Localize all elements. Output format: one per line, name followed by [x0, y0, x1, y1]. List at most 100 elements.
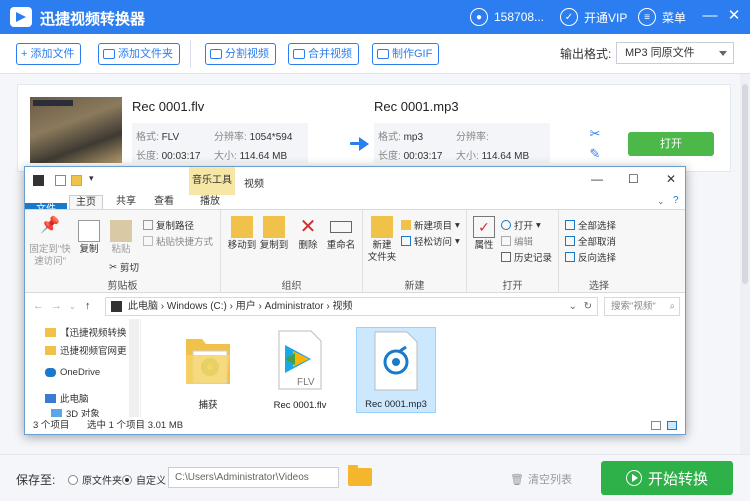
- paste-button[interactable]: 粘贴: [107, 220, 135, 256]
- tab-home[interactable]: 主页: [69, 195, 103, 209]
- open-button[interactable]: 打开: [628, 132, 714, 156]
- copy-to-button[interactable]: 复制到: [259, 216, 289, 252]
- rename-icon: [330, 221, 352, 233]
- file-label: Rec 0001.mp3: [365, 399, 427, 410]
- properties-qa-icon[interactable]: [55, 175, 66, 186]
- help-icon[interactable]: ?: [673, 195, 679, 206]
- paste-shortcut-button[interactable]: 粘贴快捷方式: [143, 234, 213, 248]
- scissors-icon[interactable]: ✂: [588, 127, 602, 141]
- scrollbar-thumb[interactable]: [742, 84, 748, 284]
- move-to-button[interactable]: 移动到: [227, 216, 257, 252]
- nav-label: OneDrive: [60, 367, 101, 378]
- explorer-minimize-button[interactable]: —: [591, 172, 603, 186]
- forward-arrow-icon[interactable]: →: [51, 300, 62, 312]
- properties-button[interactable]: ✓ 属性: [471, 216, 497, 252]
- pin-quick-access-button[interactable]: 📌 固定到"快 速访问": [29, 218, 71, 268]
- save-to-label: 保存至:: [16, 473, 56, 487]
- recent-dropdown-icon[interactable]: ⌄: [69, 302, 76, 311]
- play-circle-icon: [625, 470, 642, 486]
- thumbnail-hud: [33, 100, 73, 106]
- open-button-explorer[interactable]: 打开 ▾: [501, 218, 541, 232]
- new-item-button[interactable]: 新建项目 ▾: [401, 218, 460, 232]
- start-convert-button[interactable]: 开始转换: [601, 461, 733, 495]
- close-button[interactable]: ✕: [724, 6, 744, 26]
- invert-selection-button[interactable]: 反向选择: [565, 250, 616, 264]
- search-input[interactable]: 搜索"视频" ⌕: [604, 297, 680, 316]
- cloud-icon: [45, 368, 56, 377]
- delete-button[interactable]: ✕ 删除: [295, 216, 321, 252]
- computer-icon: [45, 393, 56, 403]
- up-arrow-icon[interactable]: ↑: [85, 300, 91, 312]
- src-resolution: 分辨率: 1054*594: [214, 128, 292, 143]
- nav-item-this-pc[interactable]: 此电脑: [45, 391, 89, 405]
- add-folder-button[interactable]: 添加文件夹: [98, 43, 180, 65]
- computer-icon: [111, 301, 122, 312]
- history-button[interactable]: 历史记录: [501, 250, 552, 264]
- radio-source-folder[interactable]: 原文件夹: [68, 472, 122, 487]
- copy-label: 复制: [79, 244, 99, 255]
- new-folder-qa-icon[interactable]: [71, 175, 82, 186]
- cut-button[interactable]: ✂ 剪切: [109, 260, 139, 275]
- nav-item-folder-1[interactable]: 【迅捷视频转换: [45, 325, 127, 339]
- nav-item-folder-2[interactable]: 迅捷视频官网更: [45, 343, 127, 357]
- address-dropdown-icon[interactable]: ⌄: [569, 298, 577, 315]
- details-view-icon[interactable]: [651, 421, 661, 430]
- copy-path-button[interactable]: 复制路径: [143, 218, 194, 232]
- merge-icon: [293, 49, 305, 59]
- copy-button[interactable]: 复制: [75, 220, 103, 256]
- output-format-select[interactable]: MP3 同原文件: [616, 42, 734, 64]
- edit-button[interactable]: 编辑: [501, 234, 533, 248]
- back-arrow-icon[interactable]: ←: [33, 300, 44, 312]
- audio-file-icon: [374, 331, 418, 391]
- select-none-button[interactable]: 全部取消: [565, 234, 616, 248]
- edit-icon[interactable]: ✎: [588, 147, 602, 161]
- account-button[interactable]: ● 158708...: [470, 8, 544, 26]
- split-video-button[interactable]: 分割视频: [205, 43, 276, 65]
- invert-icon: [565, 252, 575, 262]
- select-all-button[interactable]: 全部选择: [565, 218, 616, 232]
- explorer-close-button[interactable]: ✕: [666, 172, 676, 186]
- make-gif-button[interactable]: 制作GIF: [372, 43, 440, 65]
- history-label: 历史记录: [514, 253, 553, 264]
- music-tools-tab[interactable]: 音乐工具: [189, 167, 235, 195]
- file-list: 捕获 FLV Rec 0001.flv Rec 0001.mp3: [142, 319, 685, 417]
- minimize-button[interactable]: —: [700, 6, 720, 26]
- clear-list-button[interactable]: 🗑 清空列表: [510, 471, 572, 487]
- file-item-capture[interactable]: 捕获: [170, 327, 246, 413]
- radio-custom[interactable]: 自定义: [122, 472, 166, 487]
- explorer-maximize-button[interactable]: ☐: [628, 172, 639, 186]
- nav-item-onedrive[interactable]: OneDrive: [45, 367, 100, 378]
- tab-view[interactable]: 查看: [147, 195, 181, 209]
- file-item-mp3[interactable]: Rec 0001.mp3: [356, 327, 436, 413]
- clipboard-group: 📌 固定到"快 速访问" 复制 粘贴 复制路径 粘贴快捷方式 ✂ 剪切 剪贴板: [25, 210, 221, 294]
- ribbon-expand-icon[interactable]: ⌄: [657, 196, 665, 207]
- properties-check-icon: ✓: [473, 216, 495, 238]
- file-item-flv[interactable]: FLV Rec 0001.flv: [262, 327, 338, 413]
- vip-label: 开通VIP: [584, 10, 628, 25]
- tab-share[interactable]: 共享: [109, 195, 143, 209]
- address-input[interactable]: 此电脑 › Windows (C:) › 用户 › Administrator …: [105, 297, 598, 316]
- scrollbar[interactable]: [740, 74, 750, 454]
- easy-access-button[interactable]: 轻松访问 ▾: [401, 234, 460, 248]
- merge-video-button[interactable]: 合并视频: [288, 43, 359, 65]
- new-folder-button[interactable]: 新建 文件夹: [367, 216, 397, 264]
- tab-play[interactable]: 播放: [193, 195, 227, 209]
- large-icons-view-icon[interactable]: [667, 421, 677, 430]
- user-icon: ●: [470, 8, 488, 26]
- rename-button[interactable]: 重命名: [323, 216, 359, 252]
- vip-button[interactable]: ✓ 开通VIP: [560, 8, 627, 26]
- search-icon: ⌕: [669, 301, 675, 312]
- gif-label: 制作GIF: [392, 48, 433, 60]
- nav-scrollbar[interactable]: [129, 319, 139, 417]
- save-path-input[interactable]: C:\Users\Administrator\Videos: [168, 467, 339, 488]
- bottom-bar: 保存至: 原文件夹 自定义 C:\Users\Administrator\Vid…: [0, 454, 750, 501]
- file-explorer-window: ▾ 音乐工具 视频 — ☐ ✕ 文件 主页 共享 查看 播放 ⌄ ? 📌 固定到"…: [24, 166, 686, 435]
- qa-dropdown-icon[interactable]: ▾: [89, 173, 94, 184]
- trash-icon: 🗑: [510, 473, 524, 486]
- split-icon: [210, 49, 222, 59]
- add-file-button[interactable]: + 添加文件: [16, 43, 82, 65]
- menu-button[interactable]: ≡ 菜单: [638, 8, 686, 26]
- browse-folder-icon[interactable]: [348, 465, 372, 486]
- refresh-icon[interactable]: ↻: [584, 298, 592, 315]
- clipboard-group-label: 剪贴板: [107, 281, 138, 292]
